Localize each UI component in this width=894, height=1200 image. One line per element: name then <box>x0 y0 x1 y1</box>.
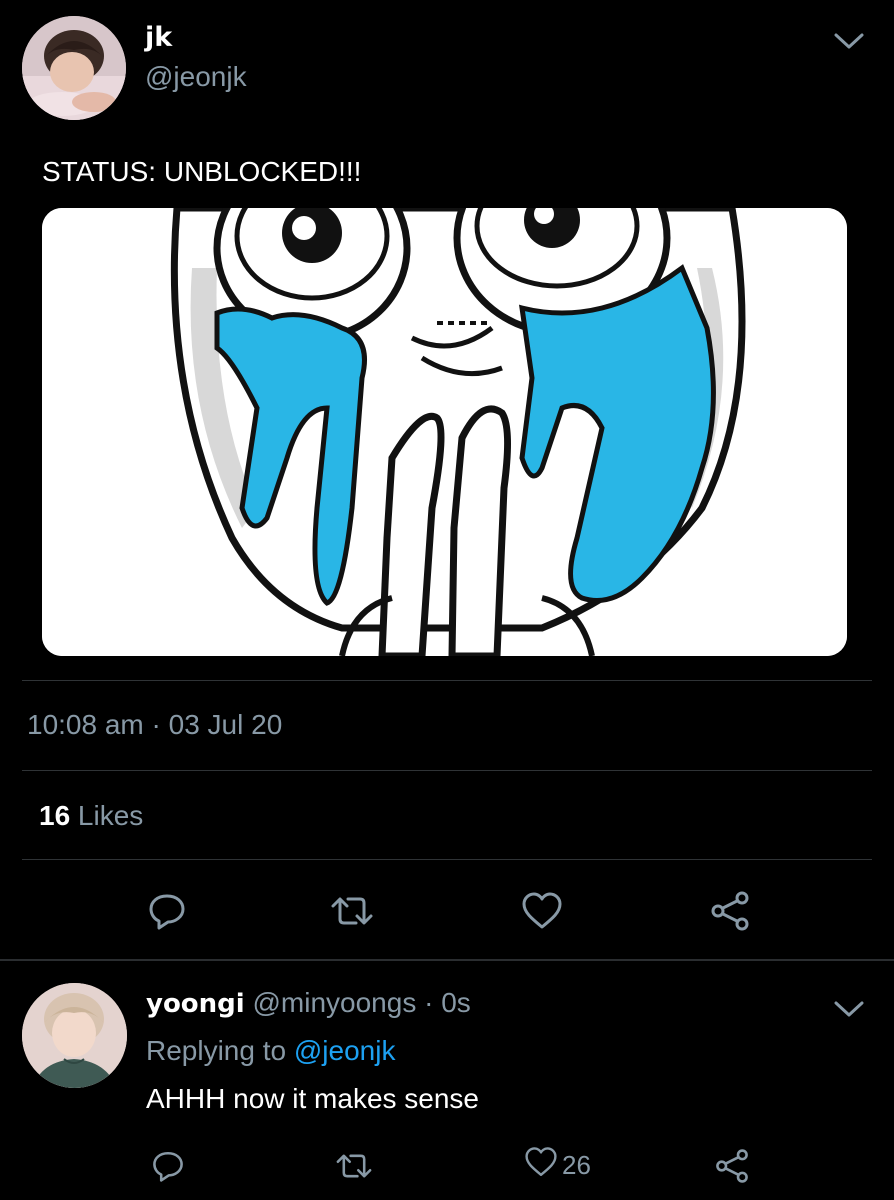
reply-icon[interactable] <box>144 1142 192 1190</box>
reply-icon[interactable] <box>143 887 191 935</box>
replying-to-mention[interactable]: @jeonjk <box>294 1035 396 1066</box>
chevron-down-icon[interactable] <box>832 30 866 52</box>
chevron-down-icon[interactable] <box>832 998 866 1020</box>
likes-summary[interactable]: 16 Likes <box>39 798 143 834</box>
reply-header: yoongi @minyoongs · 0s <box>146 985 471 1022</box>
share-icon[interactable] <box>706 887 754 935</box>
likes-count: 16 <box>39 800 71 831</box>
author-name[interactable]: jk <box>145 22 172 54</box>
tweet-detail-page: jk @jeonjk STATUS: UNBLOCKED!!! 10:08 am… <box>0 0 894 1200</box>
share-icon[interactable] <box>708 1142 756 1190</box>
reply-separator: · <box>416 987 442 1018</box>
reply-author-handle[interactable]: @minyoongs <box>253 987 417 1018</box>
replying-to: Replying to @jeonjk <box>146 1033 395 1069</box>
likes-label: Likes <box>70 800 144 831</box>
tweet-timestamp: 10:08 am · 03 Jul 20 <box>27 709 283 740</box>
reply-like-count: 26 <box>562 1149 591 1180</box>
reply-author-avatar[interactable] <box>22 983 127 1088</box>
section-divider <box>0 959 894 961</box>
author-avatar[interactable] <box>22 16 126 120</box>
divider <box>22 680 872 681</box>
like-icon[interactable] <box>518 887 566 935</box>
author-handle[interactable]: @jeonjk <box>145 60 247 94</box>
tweet-image[interactable] <box>42 208 847 656</box>
reply-text: AHHH now it makes sense <box>146 1083 480 1114</box>
retweet-icon[interactable] <box>328 887 376 935</box>
divider <box>22 859 872 860</box>
like-icon <box>524 1146 558 1183</box>
retweet-icon[interactable] <box>330 1142 378 1190</box>
reply-like-button[interactable]: 26 <box>524 1146 591 1183</box>
replying-prefix: Replying to <box>146 1035 294 1066</box>
reply-time: 0s <box>441 987 471 1018</box>
tweet-text: STATUS: UNBLOCKED!!! <box>42 156 362 187</box>
divider <box>22 770 872 771</box>
reply-author-name[interactable]: yoongi <box>146 989 245 1019</box>
